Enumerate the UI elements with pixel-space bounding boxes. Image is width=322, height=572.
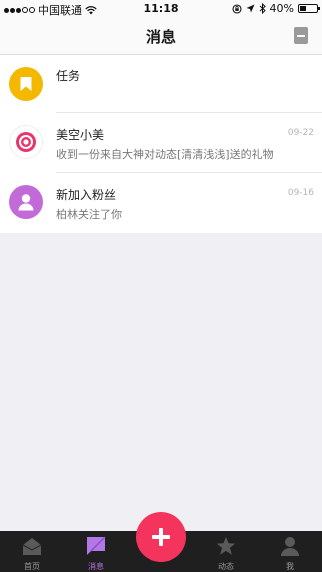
status-bar: 中国联通 11:18 40% <box>0 0 322 18</box>
task-avatar <box>9 67 43 101</box>
status-right: 40% <box>231 2 320 15</box>
meikong-avatar <box>9 125 43 159</box>
tab-profile[interactable]: 我 <box>258 531 322 572</box>
tab-feed[interactable]: 动态 <box>194 531 258 572</box>
home-icon <box>22 538 42 555</box>
item-date: 09-16 <box>287 188 314 198</box>
message-icon <box>87 536 106 555</box>
tab-label: 消息 <box>88 562 104 571</box>
book-icon[interactable] <box>294 27 308 44</box>
lock-rotation-icon <box>231 3 242 14</box>
bookmark-icon <box>20 77 32 91</box>
tab-bar: 首页 消息 动态 我 <box>0 512 322 572</box>
location-icon <box>246 4 255 13</box>
navigation-bar: 消息 <box>0 18 322 55</box>
tab-label: 首页 <box>24 562 40 571</box>
bluetooth-icon <box>259 3 266 14</box>
item-title: 美空小美 <box>56 128 105 142</box>
message-list: 任务 美空小美 收到一份来自大神对动态[清清浅浅]送的礼物 09-22 新加入粉… <box>0 55 322 233</box>
tab-label: 动态 <box>218 562 234 571</box>
star-icon <box>216 537 236 555</box>
item-preview: 柏林关注了你 <box>56 208 122 221</box>
list-item-new-fans[interactable]: 新加入粉丝 柏林关注了你 09-16 <box>0 173 322 233</box>
new-fans-avatar <box>9 185 43 219</box>
item-title: 新加入粉丝 <box>56 188 117 202</box>
add-post-button[interactable] <box>136 512 186 562</box>
tab-home[interactable]: 首页 <box>0 531 64 572</box>
item-title: 任务 <box>56 69 81 83</box>
item-date: 09-22 <box>287 128 314 138</box>
battery-level <box>300 6 306 11</box>
list-item-meikong[interactable]: 美空小美 收到一份来自大神对动态[清清浅浅]送的礼物 09-22 <box>0 113 322 173</box>
profile-icon <box>281 537 299 556</box>
battery-icon <box>298 4 320 13</box>
tab-label: 我 <box>286 562 294 571</box>
tab-messages[interactable]: 消息 <box>64 531 128 572</box>
battery-percent: 40% <box>269 2 294 15</box>
item-preview: 收到一份来自大神对动态[清清浅浅]送的礼物 <box>56 148 274 161</box>
page-title: 消息 <box>145 28 176 46</box>
list-item-task[interactable]: 任务 <box>0 55 322 113</box>
person-icon <box>18 194 34 211</box>
plus-icon <box>152 528 170 546</box>
target-icon <box>16 132 36 152</box>
